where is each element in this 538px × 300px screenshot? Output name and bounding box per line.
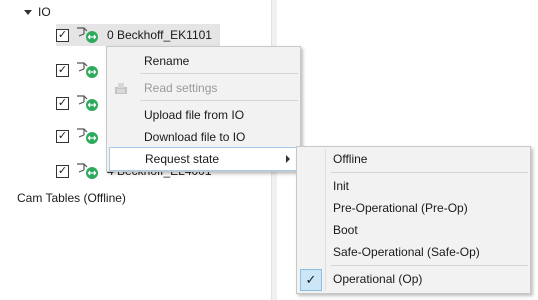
menu-item-offline[interactable]: Offline xyxy=(297,148,530,170)
menu-item-label: Upload file from IO xyxy=(144,108,245,122)
menu-item-label: Rename xyxy=(144,54,190,68)
menu-item-operational[interactable]: ✓ Operational (Op) xyxy=(297,268,530,291)
menu-separator xyxy=(140,73,298,74)
menu-item-label: Request state xyxy=(145,152,220,166)
menu-item-label: Safe-Operational (Safe-Op) xyxy=(333,245,480,259)
menu-item-read-settings: Read settings xyxy=(107,77,300,99)
context-menu: Rename Read settings Upload file from IO… xyxy=(106,46,301,172)
linked-device-icon xyxy=(75,161,103,181)
menu-item-pre-operational[interactable]: Pre-Operational (Pre-Op) xyxy=(297,197,530,219)
linked-device-icon xyxy=(75,60,103,80)
device-checkbox[interactable]: ✓ xyxy=(56,129,69,143)
tree-node-label: IO xyxy=(38,5,51,19)
tree-row-device-2[interactable]: ✓ xyxy=(56,92,107,114)
device-checkbox[interactable]: ✓ xyxy=(56,63,69,77)
menu-item-download-file[interactable]: Download file to IO xyxy=(107,126,300,148)
expand-caret-icon[interactable] xyxy=(24,9,32,15)
menu-item-label: Download file to IO xyxy=(144,130,246,144)
device-checkbox[interactable]: ✓ xyxy=(56,28,69,42)
tree-node-io[interactable]: IO xyxy=(24,4,51,20)
linked-device-icon xyxy=(75,126,103,146)
menu-item-label: Pre-Operational (Pre-Op) xyxy=(333,201,468,215)
request-state-submenu: Offline Init Pre-Operational (Pre-Op) Bo… xyxy=(296,146,531,294)
menu-item-label: Offline xyxy=(333,152,368,166)
menu-item-label: Boot xyxy=(333,223,358,237)
menu-item-request-state[interactable]: Request state xyxy=(109,147,298,171)
device-label: 0 Beckhoff_EK1101 xyxy=(107,28,212,42)
tree-row-device-0[interactable]: ✓ 0 Beckhoff_EK1101 xyxy=(56,24,220,46)
menu-item-init[interactable]: Init xyxy=(297,175,530,197)
device-checkbox[interactable]: ✓ xyxy=(56,164,69,178)
menu-separator xyxy=(140,100,298,101)
menu-item-safe-operational[interactable]: Safe-Operational (Safe-Op) xyxy=(297,241,530,263)
checkmark-icon: ✓ xyxy=(300,269,322,291)
tree-row-device-1[interactable]: ✓ xyxy=(56,59,107,81)
menu-item-rename[interactable]: Rename xyxy=(107,50,300,72)
tree-row-device-3[interactable]: ✓ xyxy=(56,125,107,147)
menu-separator xyxy=(331,172,528,173)
device-checkbox[interactable]: ✓ xyxy=(56,96,69,110)
menu-item-label: Operational (Op) xyxy=(333,272,423,286)
menu-item-label: Init xyxy=(333,179,350,193)
linked-device-icon xyxy=(75,25,103,45)
menu-item-label: Read settings xyxy=(144,81,218,95)
menu-item-boot[interactable]: Boot xyxy=(297,219,530,241)
menu-item-upload-file[interactable]: Upload file from IO xyxy=(107,104,300,126)
submenu-arrow-icon xyxy=(286,155,290,163)
menu-separator xyxy=(331,265,528,266)
linked-device-icon xyxy=(75,93,103,113)
tree-node-cam-tables[interactable]: Cam Tables (Offline) xyxy=(17,191,126,205)
read-settings-icon xyxy=(113,80,129,96)
